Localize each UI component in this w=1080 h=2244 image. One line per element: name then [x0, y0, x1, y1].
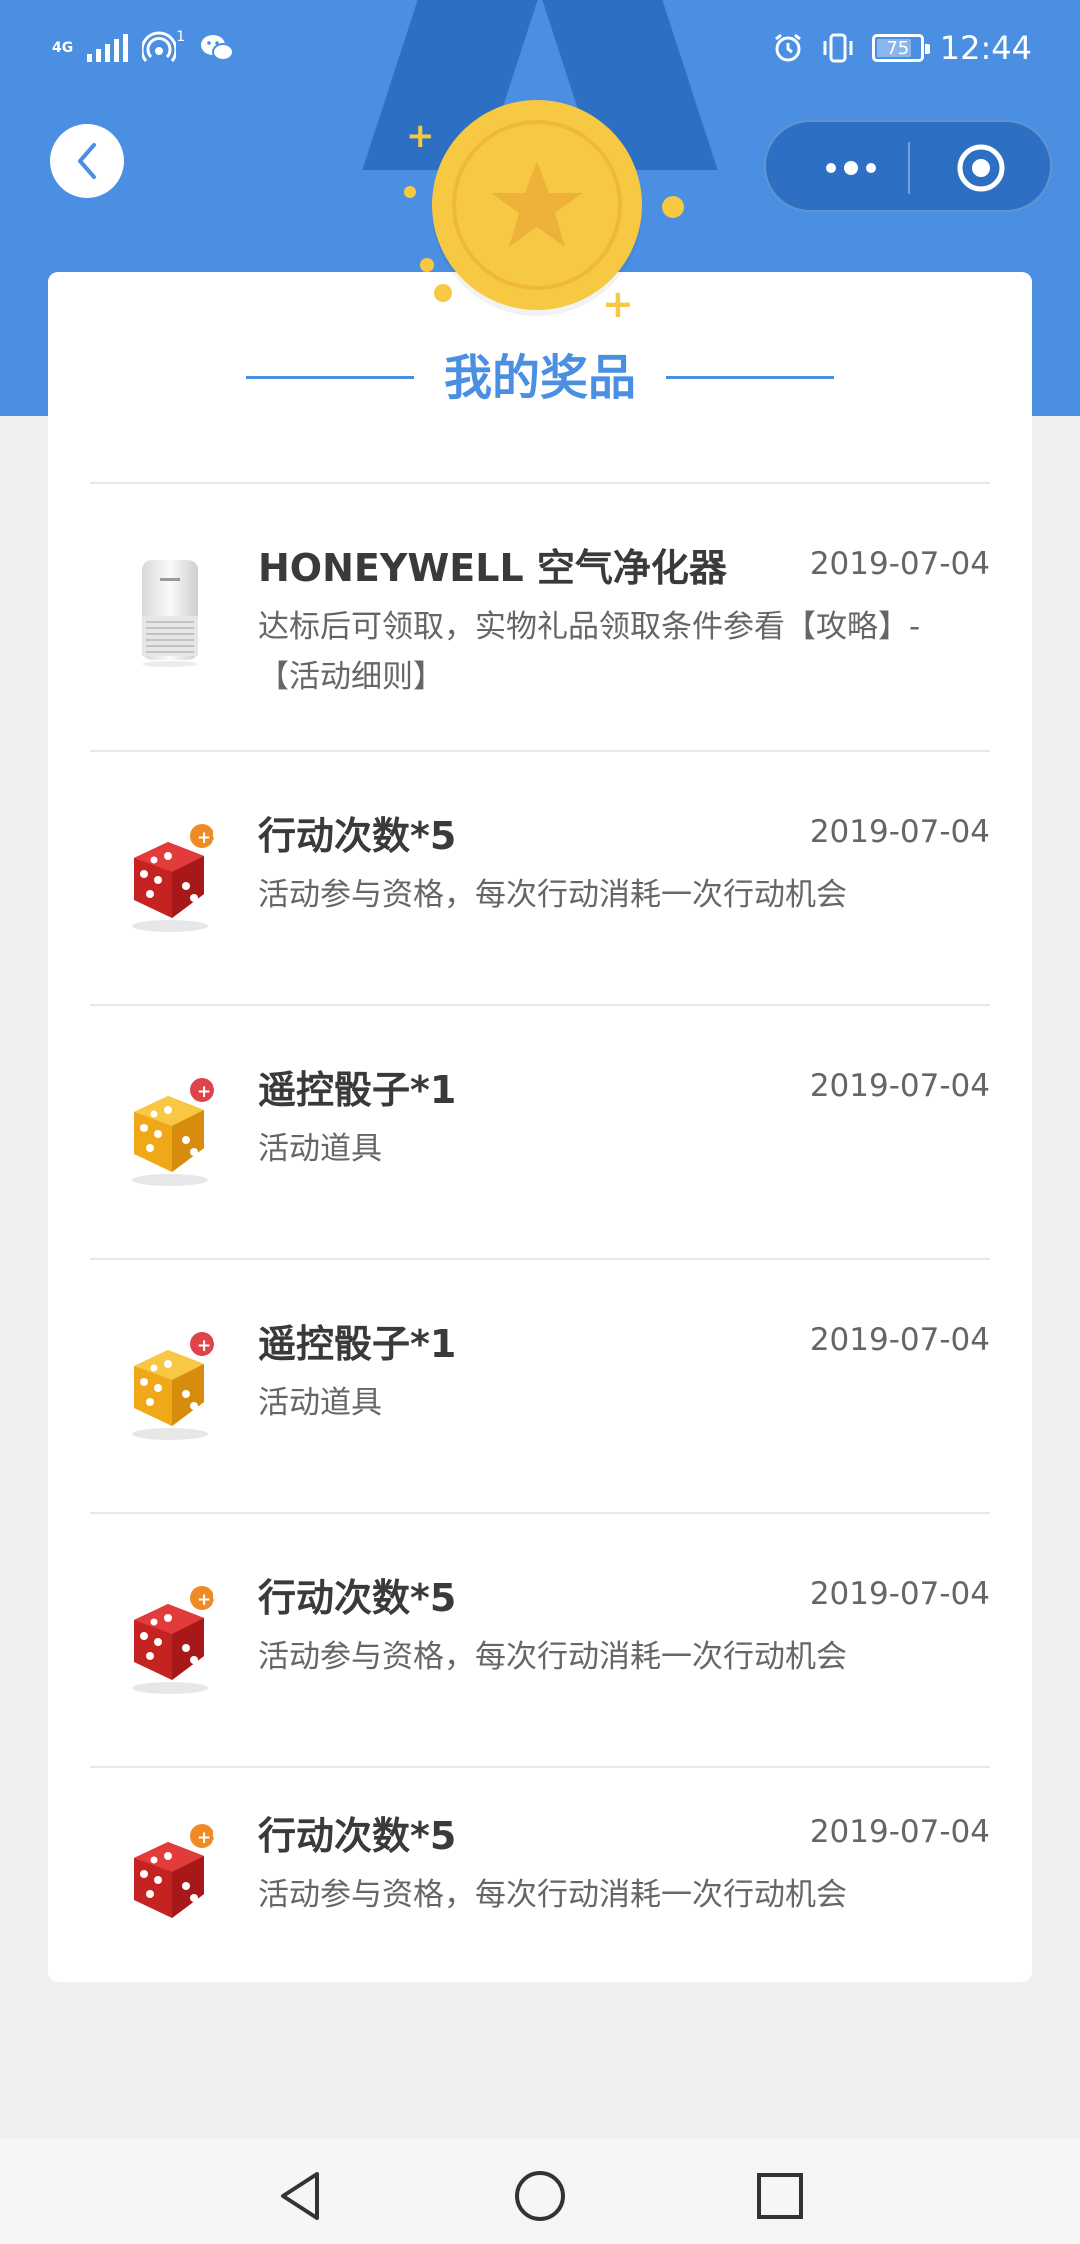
back-button[interactable]: [50, 124, 124, 198]
prize-date: 2019-07-04: [809, 1322, 990, 1358]
network-type: 4G: [52, 40, 74, 56]
dice-badge: +5: [197, 1828, 224, 1848]
dice-badge: +1: [197, 1082, 224, 1102]
sparkle-dot: [420, 258, 434, 272]
prizes-card: 我的奖品 HONEYWELL 空气净化器 2019-07-04 达标后可领取，实…: [48, 272, 1032, 1982]
signal-icon: [87, 34, 129, 62]
prize-name: HONEYWELL 空气净化器: [258, 546, 727, 590]
capsule-divider: [908, 142, 910, 194]
status-time: 12:44: [939, 29, 1032, 67]
dice-badge: +1: [197, 1336, 224, 1356]
prize-description: 活动参与资格，每次行动消耗一次行动机会: [258, 1639, 847, 1675]
prize-item[interactable]: +1 遥控骰子*1 2019-07-04 活动道具: [90, 1006, 990, 1260]
title-line-right: [666, 376, 834, 379]
card-title: 我的奖品: [443, 350, 636, 406]
sparkle-dot: [662, 196, 684, 218]
nav-home-button[interactable]: [510, 2166, 570, 2226]
prize-item[interactable]: +5 行动次数*5 2019-07-04 活动参与资格，每次行动消耗一次行动机会: [90, 1514, 990, 1768]
prize-name: 行动次数*5: [258, 1814, 457, 1858]
prize-date: 2019-07-04: [809, 1814, 990, 1850]
hotspot-icon: [142, 31, 177, 62]
prize-name: 行动次数*5: [258, 1576, 457, 1620]
sparkle-icon: +: [602, 282, 634, 326]
battery-level: 75: [886, 37, 910, 59]
nav-recents-icon: [757, 2173, 803, 2219]
prize-name: 行动次数*5: [258, 814, 457, 858]
dice-badge: +5: [197, 1590, 224, 1610]
dice-badge: +5: [197, 828, 224, 848]
prize-description: 活动道具: [258, 1385, 382, 1421]
prize-description: 达标后可领取，实物礼品领取条件参看【攻略】-【活动细则】: [258, 609, 921, 695]
prize-description: 活动参与资格，每次行动消耗一次行动机会: [258, 1877, 847, 1913]
close-miniprogram-button[interactable]: [936, 144, 1026, 192]
sparkle-dot: [434, 284, 452, 302]
nav-home-icon: [515, 2171, 565, 2221]
prize-date: 2019-07-04: [809, 1576, 990, 1612]
star-medal-icon: [432, 100, 642, 310]
target-icon: [957, 144, 1005, 192]
nav-back-button[interactable]: [270, 2166, 330, 2226]
system-nav-bar: [0, 2138, 1080, 2244]
prizes-page: 4G 1 75 12:44 我的奖品 HONEYWELL 空气净化器 2019-…: [0, 0, 1080, 2244]
vibrate-icon: [823, 33, 853, 63]
nav-back-icon: [281, 2172, 319, 2220]
sparkle-dot: [404, 186, 416, 198]
back-arrow-icon: [78, 143, 96, 179]
prize-item[interactable]: +1 遥控骰子*1 2019-07-04 活动道具: [90, 1260, 990, 1514]
more-button[interactable]: [806, 144, 896, 192]
more-dots-icon: [826, 161, 876, 175]
status-bar: 4G 1 75 12:44: [0, 0, 1080, 96]
star-icon: [491, 161, 583, 247]
prize-item[interactable]: HONEYWELL 空气净化器 2019-07-04 达标后可领取，实物礼品领取…: [90, 484, 990, 754]
battery-icon: 75: [871, 34, 930, 62]
nav-recents-button[interactable]: [750, 2166, 810, 2226]
notification-count: 1: [176, 29, 186, 45]
prize-date: 2019-07-04: [809, 814, 990, 850]
air-purifier-icon: [142, 560, 198, 667]
prize-name: 遥控骰子*1: [258, 1322, 457, 1366]
wechat-icon: [201, 35, 235, 61]
prize-item[interactable]: +5 行动次数*5 2019-07-04 活动参与资格，每次行动消耗一次行动机会: [90, 752, 990, 1006]
prize-description: 活动道具: [258, 1131, 382, 1167]
alarm-icon: [774, 33, 801, 62]
prize-date: 2019-07-04: [809, 546, 990, 582]
prize-description: 活动参与资格，每次行动消耗一次行动机会: [258, 877, 847, 913]
prize-item[interactable]: +5 行动次数*5 2019-07-04 活动参与资格，每次行动消耗一次行动机会: [90, 1768, 990, 1938]
prize-date: 2019-07-04: [809, 1068, 990, 1104]
miniprogram-capsule: [764, 120, 1052, 212]
sparkle-icon: +: [406, 116, 435, 156]
prize-name: 遥控骰子*1: [258, 1068, 457, 1112]
